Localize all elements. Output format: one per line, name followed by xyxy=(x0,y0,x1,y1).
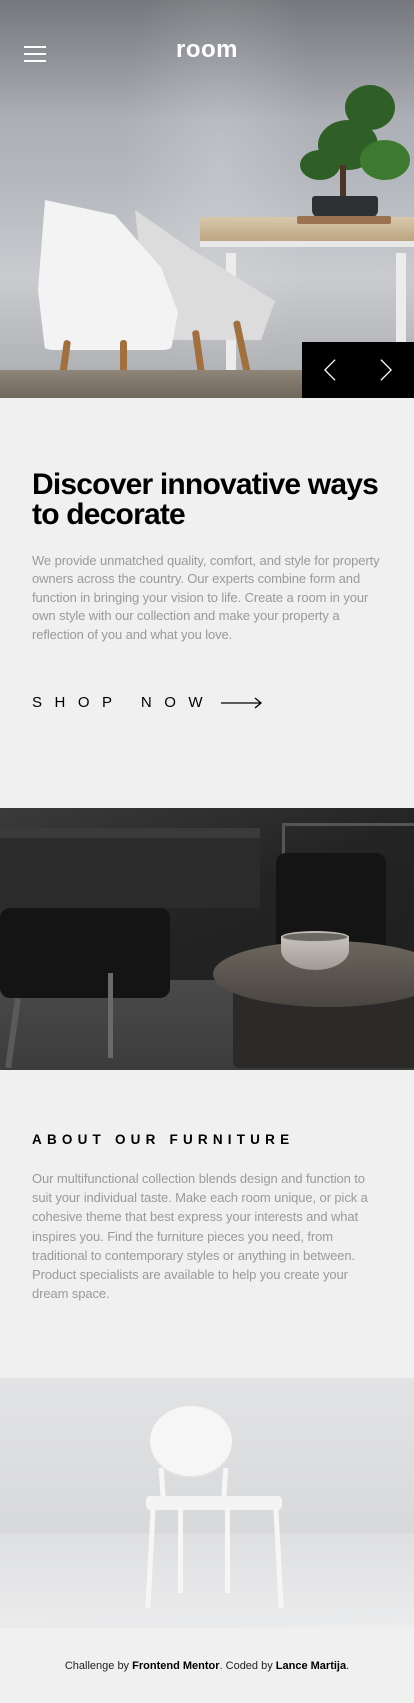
hero-section: room xyxy=(0,0,414,398)
hero-bonsai-trunk xyxy=(340,165,346,199)
footer-attribution: Challenge by Frontend Mentor . Coded by … xyxy=(0,1628,414,1703)
about-title: ABOUT OUR FURNITURE xyxy=(32,1132,295,1147)
dark-furniture-image xyxy=(0,808,414,1070)
intro-title: Discover innovative ways to decorate xyxy=(32,468,379,531)
chevron-left-icon xyxy=(324,359,336,381)
about-section: ABOUT OUR FURNITURE Our multifunctional … xyxy=(0,1070,414,1378)
next-slide-button[interactable] xyxy=(358,342,414,398)
intro-section: Discover innovative ways to decorate We … xyxy=(0,398,414,808)
about-body: Our multifunctional collection blends de… xyxy=(32,1171,368,1302)
light-chair-image xyxy=(0,1378,414,1628)
arrow-right-icon xyxy=(221,697,263,709)
intro-body: We provide unmatched quality, comfort, a… xyxy=(32,553,380,642)
hero-table-leg xyxy=(396,253,406,343)
hamburger-line xyxy=(24,53,46,55)
previous-slide-button[interactable] xyxy=(302,342,358,398)
hero-bonsai-foliage xyxy=(360,140,410,180)
dark-image-armchair xyxy=(0,908,170,998)
author-link[interactable]: Lance Martija xyxy=(276,1660,346,1672)
hero-bonsai-pot xyxy=(312,196,378,218)
hero-bonsai-tray xyxy=(297,216,391,224)
light-image-chair-back xyxy=(150,1406,232,1476)
hamburger-line xyxy=(24,60,46,62)
hamburger-icon[interactable] xyxy=(24,46,46,62)
footer-suffix: . xyxy=(346,1659,350,1672)
chevron-right-icon xyxy=(380,359,392,381)
frontend-mentor-link-text: Frontend Mentor xyxy=(132,1659,220,1672)
footer-middle: . Coded by xyxy=(219,1659,276,1672)
light-image-chair-leg xyxy=(225,1508,230,1593)
dark-image-chair-leg xyxy=(108,973,113,1058)
frontend-mentor-link[interactable]: Frontend Mentor xyxy=(132,1660,219,1672)
shop-now-label: SHOP NOW xyxy=(32,694,216,712)
footer-prefix: Challenge by xyxy=(64,1659,133,1672)
hero-bonsai-foliage xyxy=(300,150,340,180)
author-link-text: Lance Martija xyxy=(275,1659,347,1672)
dark-image-bed xyxy=(0,828,260,908)
light-image-chair-leg xyxy=(178,1508,183,1593)
light-image-chair-seat xyxy=(146,1496,282,1510)
hero-bonsai-foliage xyxy=(345,85,395,130)
slider-nav xyxy=(302,342,414,398)
shop-now-link[interactable]: SHOP NOW xyxy=(32,694,263,712)
hamburger-line xyxy=(24,46,46,48)
dark-image-bowl-rim xyxy=(281,931,349,943)
